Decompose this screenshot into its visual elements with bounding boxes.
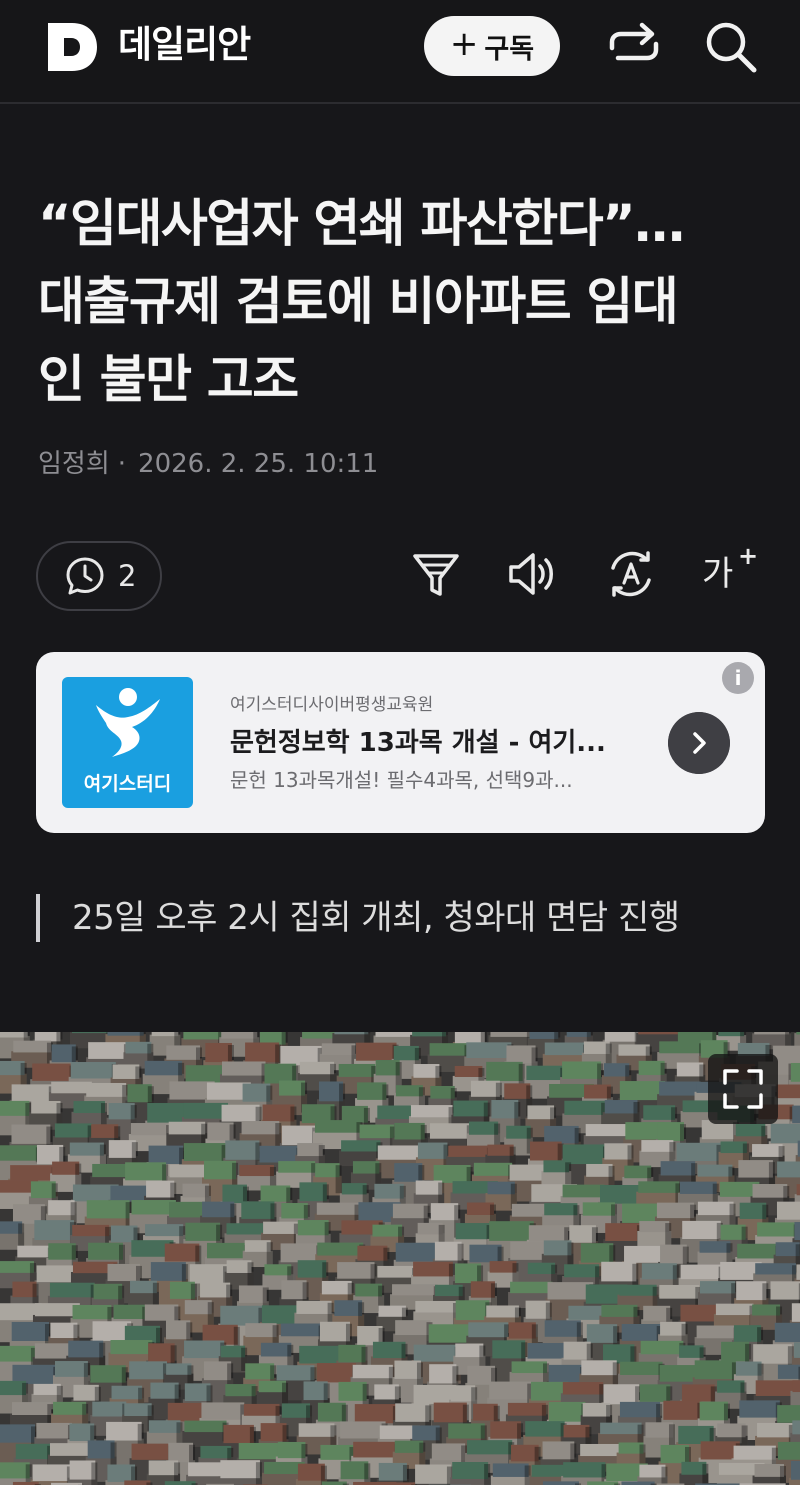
subscribe-button[interactable]: + 구독: [424, 16, 560, 76]
ad-sponsor: 여기스터디사이버평생교육원: [230, 695, 434, 715]
plus-icon: +: [449, 24, 479, 64]
publish-datetime: 2026. 2. 25. 10:11: [138, 449, 379, 479]
comment-count: 2: [118, 559, 137, 593]
ad-logo-text: 여기스터디: [83, 773, 172, 795]
font-size-glyph: 가: [702, 554, 734, 594]
author-name[interactable]: 임정희: [38, 449, 110, 479]
ad-description: 문헌 13과목개설! 필수4과목, 선택9과...: [230, 768, 573, 792]
ad-title[interactable]: 문헌정보학 13과목 개설 - 여기...: [230, 722, 650, 759]
filter-icon[interactable]: [410, 548, 462, 600]
font-size-plus-icon: +: [738, 542, 759, 570]
ad-banner[interactable]: 여기스터디 여기스터디사이버평생교육원 문헌정보학 13과목 개설 - 여기..…: [36, 652, 765, 833]
meta-separator: ·: [117, 449, 127, 479]
search-icon[interactable]: [702, 18, 760, 76]
share-icon[interactable]: [604, 18, 664, 74]
headline-line: 대출규제 검토에 비아파트 임대: [38, 273, 679, 332]
ad-logo[interactable]: 여기스터디: [62, 677, 193, 808]
headline-line: “임대사업자 연쇄 파산한다”…: [38, 195, 685, 254]
aerial-city-photo: [0, 1032, 800, 1485]
article-subheadline: 25일 오후 2시 집회 개최, 청와대 면담 진행: [36, 894, 680, 942]
photo-haze: [0, 1032, 800, 1485]
top-bar: 데일리안 + 구독: [0, 0, 800, 104]
font-size-button[interactable]: 가 +: [702, 542, 762, 600]
chevron-right-icon[interactable]: [668, 712, 730, 774]
brand-name[interactable]: 데일리안: [118, 20, 251, 70]
article-photo[interactable]: [0, 1032, 800, 1485]
expand-icon[interactable]: [708, 1054, 778, 1124]
comment-button[interactable]: 2: [36, 541, 162, 611]
comment-icon: [66, 557, 104, 595]
speaker-icon[interactable]: [506, 548, 558, 600]
info-icon[interactable]: i: [722, 662, 754, 694]
article-meta: 임정희 · 2026. 2. 25. 10:11: [38, 446, 378, 482]
logo-icon[interactable]: [44, 20, 100, 74]
ad-logo-figure-icon: [96, 688, 160, 757]
translate-icon[interactable]: [605, 548, 657, 600]
headline-line: 인 불만 고조: [38, 351, 299, 410]
subscribe-label: 구독: [484, 33, 535, 65]
article-headline: “임대사업자 연쇄 파산한다”… 대출규제 검토에 비아파트 임대 인 불만 고…: [38, 186, 768, 420]
